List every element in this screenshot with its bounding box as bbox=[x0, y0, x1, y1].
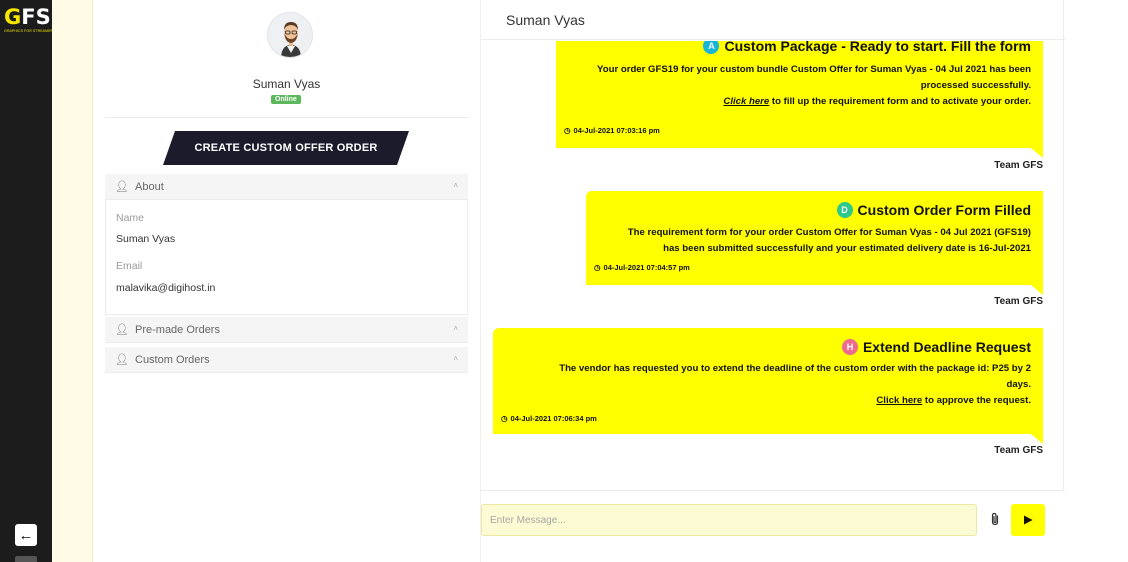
paperclip-icon[interactable] bbox=[988, 511, 1002, 527]
message-body: The vendor has requested you to extend t… bbox=[559, 363, 1031, 406]
chat-header-title: Suman Vyas bbox=[481, 0, 1065, 40]
divider bbox=[105, 117, 468, 118]
accordion-about[interactable]: 👤︎ About ˄ bbox=[105, 174, 468, 200]
accordion-custom-label: Custom Orders bbox=[135, 353, 210, 366]
messages-list[interactable]: A Custom Package - Ready to start. Fill … bbox=[481, 41, 1065, 488]
gfs-logo[interactable]: GFS GRAPHICS FOR STREAMERS bbox=[4, 5, 56, 36]
user-icon: 👤︎ bbox=[115, 354, 129, 366]
email-label: Email bbox=[116, 260, 143, 272]
message-sender: Team GFS bbox=[994, 296, 1043, 307]
send-button[interactable] bbox=[1011, 504, 1045, 536]
left-rail: GFS GRAPHICS FOR STREAMERS ← bbox=[0, 0, 56, 562]
chevron-up-icon: ˄ bbox=[453, 181, 458, 190]
click-here-link[interactable]: Click here bbox=[723, 96, 769, 107]
send-triangle-icon bbox=[1024, 515, 1033, 525]
status-badge: Online bbox=[271, 95, 301, 104]
clock-icon: ◷ bbox=[501, 414, 508, 423]
chevron-up-icon: ˄ bbox=[453, 354, 458, 363]
accordion-custom-orders[interactable]: 👤︎ Custom Orders ˄ bbox=[105, 347, 468, 373]
message-time: ◷ 04-Jul-2021 07:04:57 pm bbox=[594, 263, 690, 272]
message-time: ◷ 04-Jul-2021 07:03:16 pm bbox=[564, 126, 660, 135]
name-value: Suman Vyas bbox=[116, 233, 176, 245]
profile-panel: Suman Vyas Online CREATE CUSTOM OFFER OR… bbox=[105, 0, 468, 562]
accordion-premade-label: Pre-made Orders bbox=[135, 323, 220, 336]
letter-h-icon: H bbox=[841, 339, 858, 355]
message-card: A Custom Package - Ready to start. Fill … bbox=[556, 41, 1043, 158]
app-root: GFS GRAPHICS FOR STREAMERS ← Suman Vyas … bbox=[0, 0, 1128, 562]
message-title: D Custom Order Form Filled bbox=[836, 202, 1031, 218]
clock-icon: ◷ bbox=[564, 126, 571, 135]
name-label: Name bbox=[116, 212, 145, 224]
letter-d-icon: D bbox=[836, 202, 853, 218]
accordion-premade-orders[interactable]: 👤︎ Pre-made Orders ˄ bbox=[105, 317, 468, 343]
accordion-about-label: About bbox=[135, 180, 164, 193]
message-input[interactable] bbox=[481, 504, 977, 536]
logo-text: GFS bbox=[4, 5, 51, 29]
message-time: ◷ 04-Jul-2021 07:06:34 pm bbox=[501, 414, 597, 423]
bubble-tail bbox=[1031, 148, 1043, 158]
message-card: H Extend Deadline Request The vendor has… bbox=[493, 328, 1043, 444]
create-custom-offer-button[interactable]: CREATE CUSTOM OFFER ORDER bbox=[163, 131, 409, 165]
back-button[interactable]: ← bbox=[15, 524, 37, 546]
email-value: malavika@digihost.in bbox=[116, 282, 216, 294]
bubble-tail bbox=[1031, 434, 1043, 444]
message-sender: Team GFS bbox=[994, 160, 1043, 171]
avatar bbox=[267, 12, 313, 58]
user-icon: 👤︎ bbox=[115, 181, 129, 193]
arrow-left-icon: ← bbox=[18, 526, 34, 544]
clock-icon: ◷ bbox=[594, 263, 601, 272]
message-body: The requirement form for your order Cust… bbox=[627, 227, 1031, 254]
profile-name: Suman Vyas bbox=[252, 77, 321, 91]
click-here-link[interactable]: Click here bbox=[876, 395, 922, 406]
letter-a-icon: A bbox=[703, 41, 720, 54]
message-card: D Custom Order Form Filled The requireme… bbox=[586, 191, 1043, 295]
bubble-tail bbox=[1031, 285, 1043, 295]
side-gutter bbox=[52, 0, 93, 562]
message-composer bbox=[481, 490, 1065, 562]
user-icon: 👤︎ bbox=[115, 324, 129, 336]
message-body: Your order GFS19 for your custom bundle … bbox=[597, 64, 1031, 107]
user-avatar-icon bbox=[268, 13, 312, 57]
about-panel: Name Suman Vyas Email malavika@digihost.… bbox=[105, 200, 468, 315]
message-sender: Team GFS bbox=[994, 445, 1043, 456]
rail-bottom-item[interactable] bbox=[15, 556, 37, 562]
chat-panel: Suman Vyas A Custom Package - Ready to s… bbox=[480, 0, 1065, 562]
chevron-up-icon: ˄ bbox=[453, 324, 458, 333]
message-title: A Custom Package - Ready to start. Fill … bbox=[703, 41, 1031, 54]
logo-tagline: GRAPHICS FOR STREAMERS bbox=[4, 29, 56, 33]
message-title: H Extend Deadline Request bbox=[841, 339, 1031, 355]
